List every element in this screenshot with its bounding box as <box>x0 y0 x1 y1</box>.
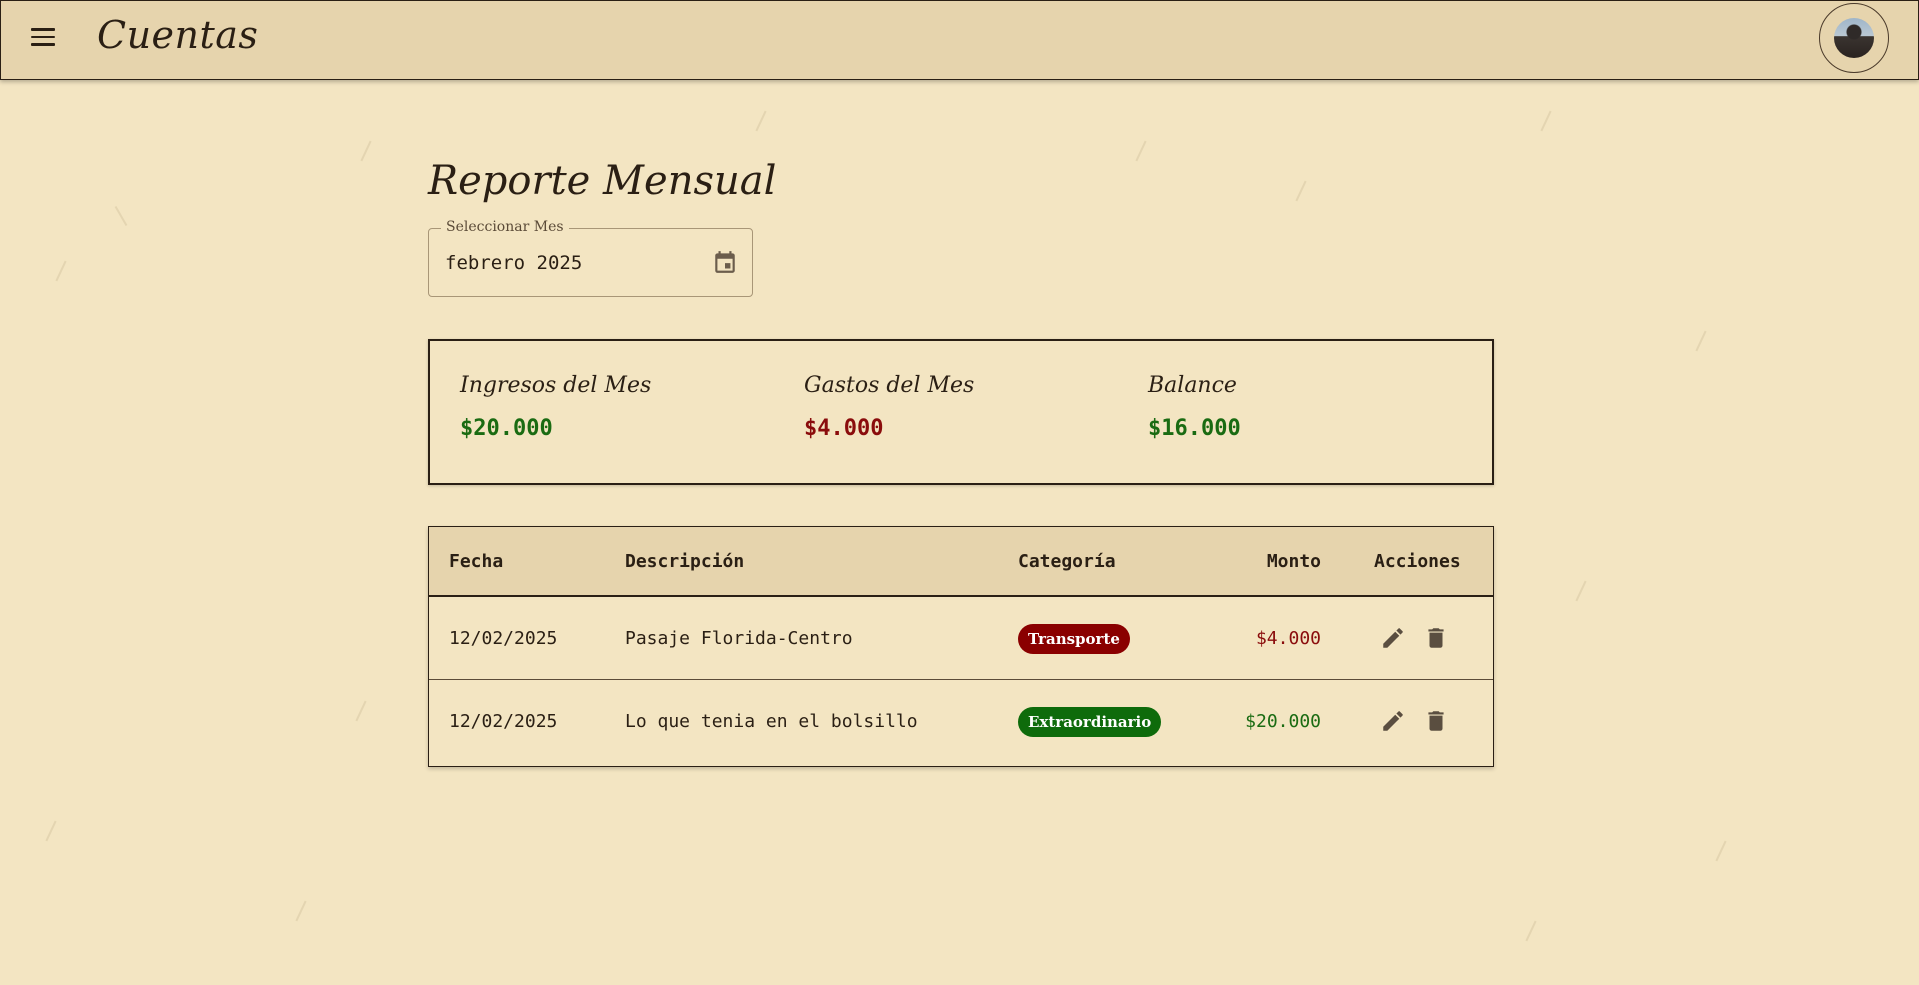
monthly-summary-card: Ingresos del Mes $20.000 Gastos del Mes … <box>428 339 1494 485</box>
menu-icon[interactable] <box>31 28 55 48</box>
category-chip: Transporte <box>1018 624 1130 654</box>
header-date[interactable]: Fecha <box>449 551 503 572</box>
category-chip: Extraordinario <box>1018 707 1162 737</box>
row-date: 12/02/2025 <box>449 711 558 732</box>
calendar-icon[interactable] <box>712 249 738 275</box>
table-header: Fecha Descripción Categoría Monto Accion… <box>429 527 1493 597</box>
expenses-label: Gastos del Mes <box>804 373 975 398</box>
paper-texture <box>0 0 1919 985</box>
balance-label: Balance <box>1148 373 1237 398</box>
balance-stat: Balance $16.000 <box>1148 373 1241 441</box>
avatar-image <box>1834 18 1874 58</box>
income-stat: Ingresos del Mes $20.000 <box>460 373 651 441</box>
header-actions: Acciones <box>1374 551 1461 572</box>
row-description: Pasaje Florida-Centro <box>625 628 853 649</box>
header-category[interactable]: Categoría <box>1018 551 1116 572</box>
pencil-icon[interactable] <box>1380 625 1406 651</box>
income-value: $20.000 <box>460 416 553 441</box>
user-avatar[interactable] <box>1819 3 1889 73</box>
row-amount: $20.000 <box>1245 711 1321 732</box>
app-bar: Cuentas <box>0 0 1919 80</box>
page-title: Reporte Mensual <box>428 158 777 204</box>
income-label: Ingresos del Mes <box>460 373 652 398</box>
table-row: 12/02/2025 Lo que tenia en el bolsillo E… <box>429 680 1493 763</box>
trash-icon[interactable] <box>1423 708 1449 734</box>
month-picker-value[interactable]: febrero 2025 <box>445 252 582 274</box>
header-description[interactable]: Descripción <box>625 551 744 572</box>
row-date: 12/02/2025 <box>449 628 558 649</box>
header-amount[interactable]: Monto <box>1267 551 1321 572</box>
pencil-icon[interactable] <box>1380 708 1406 734</box>
table-row: 12/02/2025 Pasaje Florida-Centro Transpo… <box>429 597 1493 680</box>
row-amount: $4.000 <box>1255 628 1321 649</box>
trash-icon[interactable] <box>1423 625 1449 651</box>
balance-value: $16.000 <box>1148 416 1241 441</box>
month-picker-label: Seleccionar Mes <box>441 219 569 235</box>
expenses-stat: Gastos del Mes $4.000 <box>804 373 974 441</box>
transactions-table: Fecha Descripción Categoría Monto Accion… <box>428 526 1494 767</box>
row-description: Lo que tenia en el bolsillo <box>625 711 918 732</box>
expenses-value: $4.000 <box>804 416 884 441</box>
month-picker-field[interactable]: Seleccionar Mes febrero 2025 <box>428 219 753 297</box>
app-title: Cuentas <box>97 13 259 57</box>
